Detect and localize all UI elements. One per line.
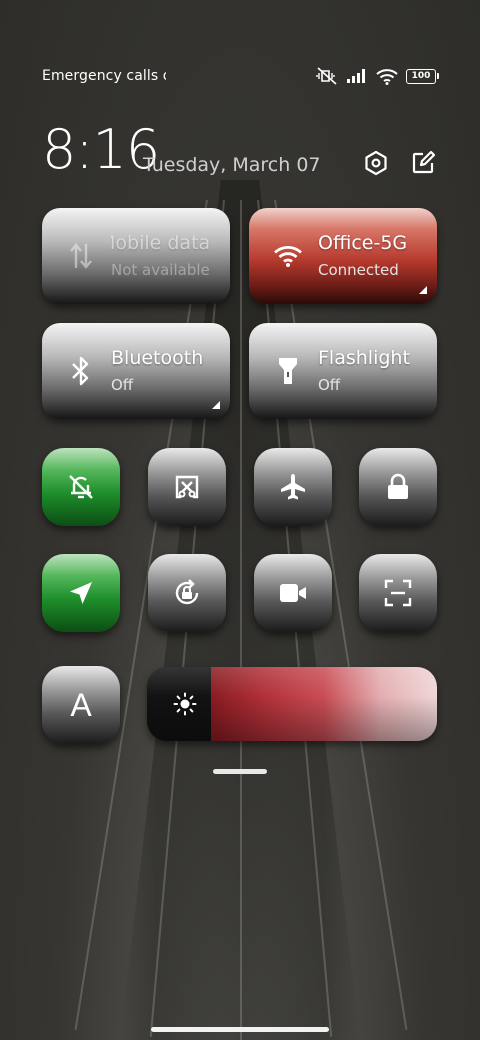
sun-icon — [173, 692, 197, 716]
scan-icon — [384, 579, 412, 607]
mute-toggle[interactable] — [42, 448, 120, 526]
location-toggle[interactable] — [42, 554, 120, 632]
wifi-subtitle: Connected — [318, 261, 399, 279]
expand-corner-icon[interactable] — [419, 286, 427, 294]
airplane-icon — [281, 474, 305, 500]
wifi-title: Office-5G — [318, 232, 408, 254]
settings-icon — [365, 150, 387, 176]
signal-icon — [346, 68, 368, 84]
bell-off-icon — [69, 475, 93, 499]
bluetooth-tile[interactable]: Bluetooth Off — [42, 323, 230, 419]
lock-icon — [388, 473, 408, 499]
wifi-tile[interactable]: Office-5G Connected — [249, 208, 437, 304]
clock: 8:16 — [42, 118, 160, 181]
screen-recorder-toggle[interactable] — [254, 554, 332, 632]
flashlight-tile[interactable]: Flashlight Off — [249, 323, 437, 419]
home-indicator[interactable] — [151, 1027, 329, 1032]
date: Tuesday, March 07 — [143, 154, 321, 176]
video-camera-icon — [280, 584, 306, 602]
edit-icon — [412, 150, 436, 174]
screen-cast-icon — [175, 475, 199, 499]
bluetooth-icon — [66, 356, 96, 386]
mobile-data-tile[interactable]: Mobile data Not available — [42, 208, 230, 304]
airplane-mode-toggle[interactable] — [254, 448, 332, 526]
brightness-slider[interactable] — [147, 667, 437, 741]
data-arrows-icon — [66, 241, 96, 271]
battery-icon: 100 — [406, 68, 439, 84]
flashlight-subtitle: Off — [318, 376, 341, 394]
location-arrow-icon — [70, 582, 92, 604]
wifi-icon — [273, 241, 303, 271]
lock-screen-toggle[interactable] — [359, 448, 437, 526]
flashlight-icon — [273, 356, 303, 386]
auto-rotate-toggle[interactable] — [148, 554, 226, 632]
screen-cast-toggle[interactable] — [148, 448, 226, 526]
mute-vibrate-icon — [316, 67, 338, 85]
bluetooth-subtitle: Off — [111, 376, 134, 394]
carrier-text: Emergency calls o — [42, 68, 166, 84]
scanner-toggle[interactable] — [359, 554, 437, 632]
mobile-data-title: Mobile data — [111, 232, 211, 254]
text-size-toggle[interactable]: A — [42, 666, 120, 744]
edit-button[interactable] — [408, 148, 438, 178]
expand-corner-icon[interactable] — [212, 401, 220, 409]
panel-drag-handle[interactable] — [213, 769, 267, 774]
text-a-icon: A — [70, 686, 92, 723]
settings-button[interactable] — [361, 148, 391, 178]
bluetooth-title: Bluetooth — [111, 347, 204, 369]
wifi-icon — [376, 68, 398, 85]
flashlight-title: Flashlight — [318, 347, 410, 369]
mobile-data-subtitle: Not available — [111, 261, 210, 279]
rotate-lock-icon — [175, 579, 199, 605]
status-bar: Emergency calls o 100 — [42, 60, 439, 92]
